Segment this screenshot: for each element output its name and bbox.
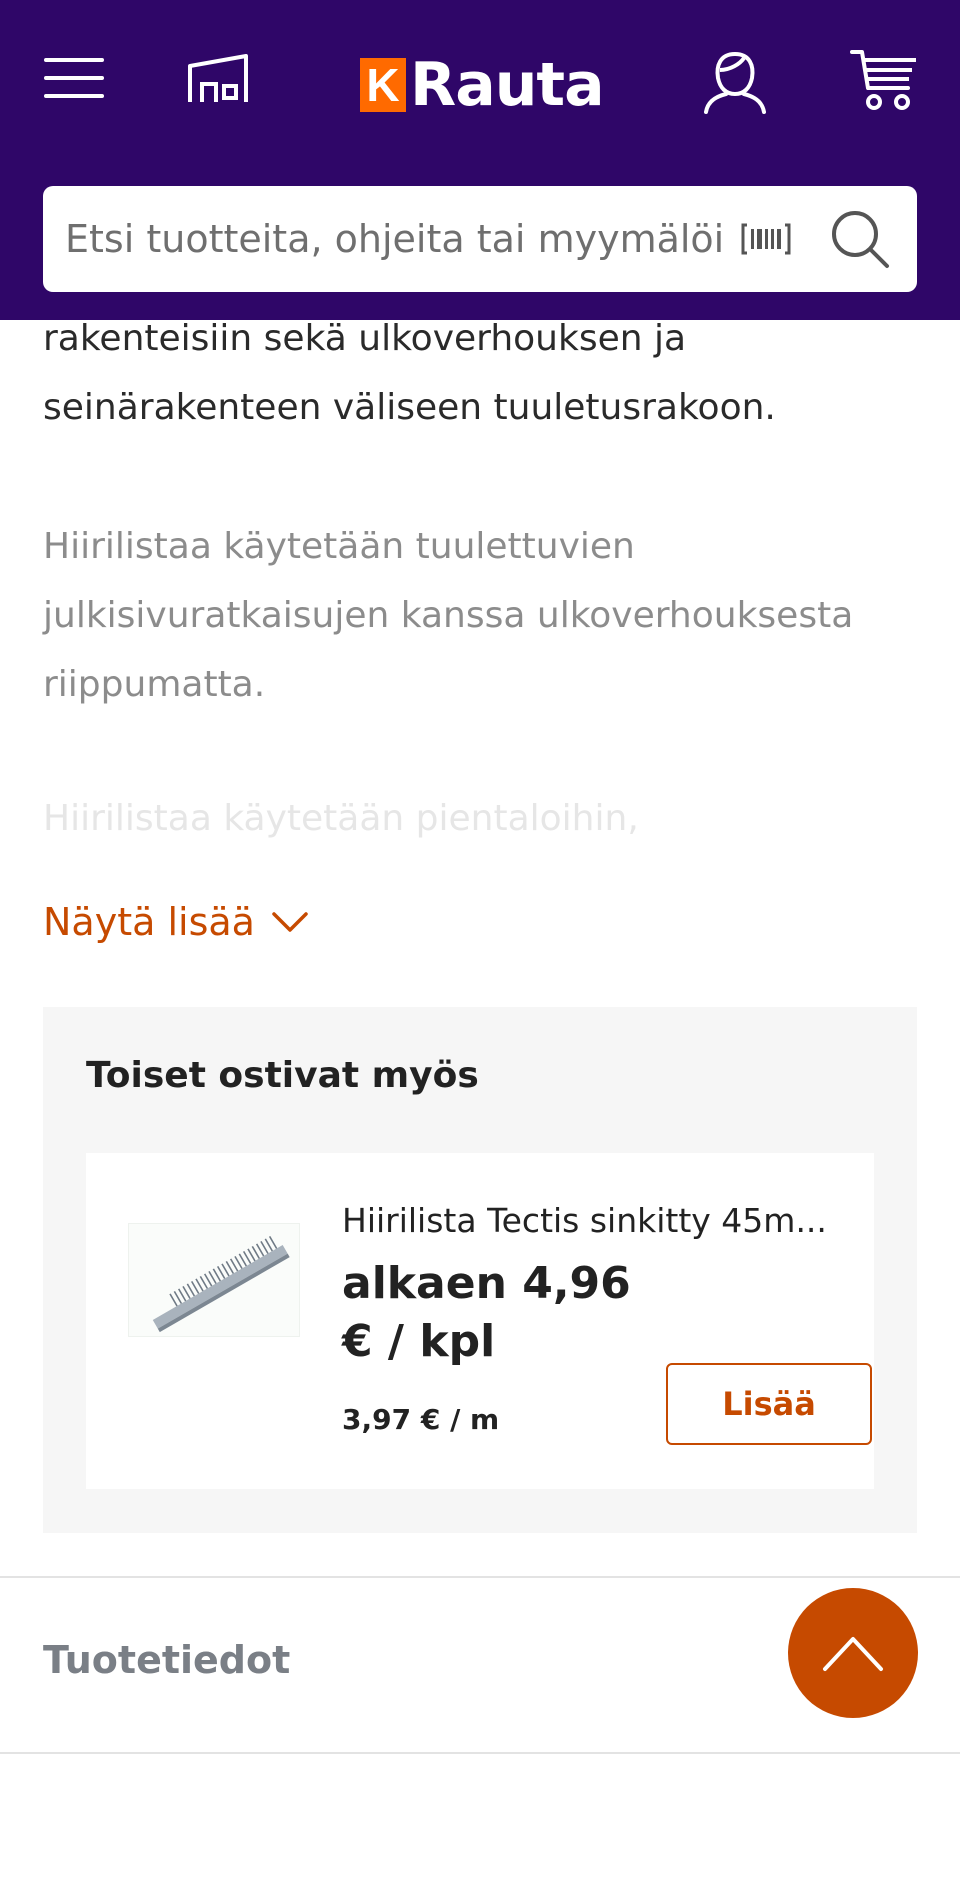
product-price: alkaen 4,96 € / kpl bbox=[342, 1255, 642, 1371]
recommendations-title: Toiset ostivat myös bbox=[86, 1055, 479, 1096]
product-thumbnail[interactable] bbox=[128, 1223, 300, 1337]
description-paragraph-2: Hiirilistaa käytetään tuulettuvien julki… bbox=[43, 526, 854, 705]
barcode-scanner-icon[interactable] bbox=[741, 221, 791, 257]
menu-icon[interactable] bbox=[44, 56, 104, 100]
show-more-link[interactable]: Näytä lisää bbox=[43, 900, 309, 944]
price-line-2: € / kpl bbox=[342, 1316, 496, 1367]
unit-price: 3,97 € / m bbox=[342, 1403, 500, 1436]
k-rauta-logo[interactable]: K Rauta bbox=[360, 50, 605, 120]
search-bar bbox=[43, 186, 917, 292]
product-name[interactable]: Hiirilista Tectis sinkitty 45m... bbox=[342, 1201, 842, 1240]
show-more-label: Näytä lisää bbox=[43, 900, 255, 944]
search-icon[interactable] bbox=[829, 208, 891, 270]
add-to-cart-button[interactable]: Lisää bbox=[666, 1363, 872, 1445]
account-icon[interactable] bbox=[700, 48, 770, 114]
search-input[interactable] bbox=[65, 204, 725, 274]
logo-wordmark: Rauta bbox=[410, 50, 605, 120]
product-card[interactable]: Hiirilista Tectis sinkitty 45m... alkaen… bbox=[86, 1153, 874, 1489]
store-icon[interactable] bbox=[186, 52, 252, 106]
top-header: K Rauta bbox=[0, 0, 960, 320]
chevron-up-icon bbox=[823, 1637, 883, 1671]
logo-k-mark: K bbox=[360, 58, 406, 112]
scroll-to-top-button[interactable] bbox=[788, 1588, 918, 1718]
divider-bottom bbox=[0, 1752, 960, 1754]
vent-strip-image bbox=[152, 1235, 290, 1333]
product-info-heading[interactable]: Tuotetiedot bbox=[43, 1638, 290, 1682]
chevron-down-icon bbox=[272, 912, 308, 932]
recommendations-panel: Toiset ostivat myös Hiirilista Tectis si… bbox=[43, 1007, 917, 1533]
divider-top bbox=[0, 1576, 960, 1578]
description-paragraph-3: Hiirilistaa käytetään pientaloihin, bbox=[43, 798, 639, 839]
price-line-1: alkaen 4,96 bbox=[342, 1258, 631, 1309]
cart-icon[interactable] bbox=[850, 48, 920, 112]
description-paragraph-1: rakenteisiin sekä ulkoverhouksen ja sein… bbox=[43, 318, 776, 428]
